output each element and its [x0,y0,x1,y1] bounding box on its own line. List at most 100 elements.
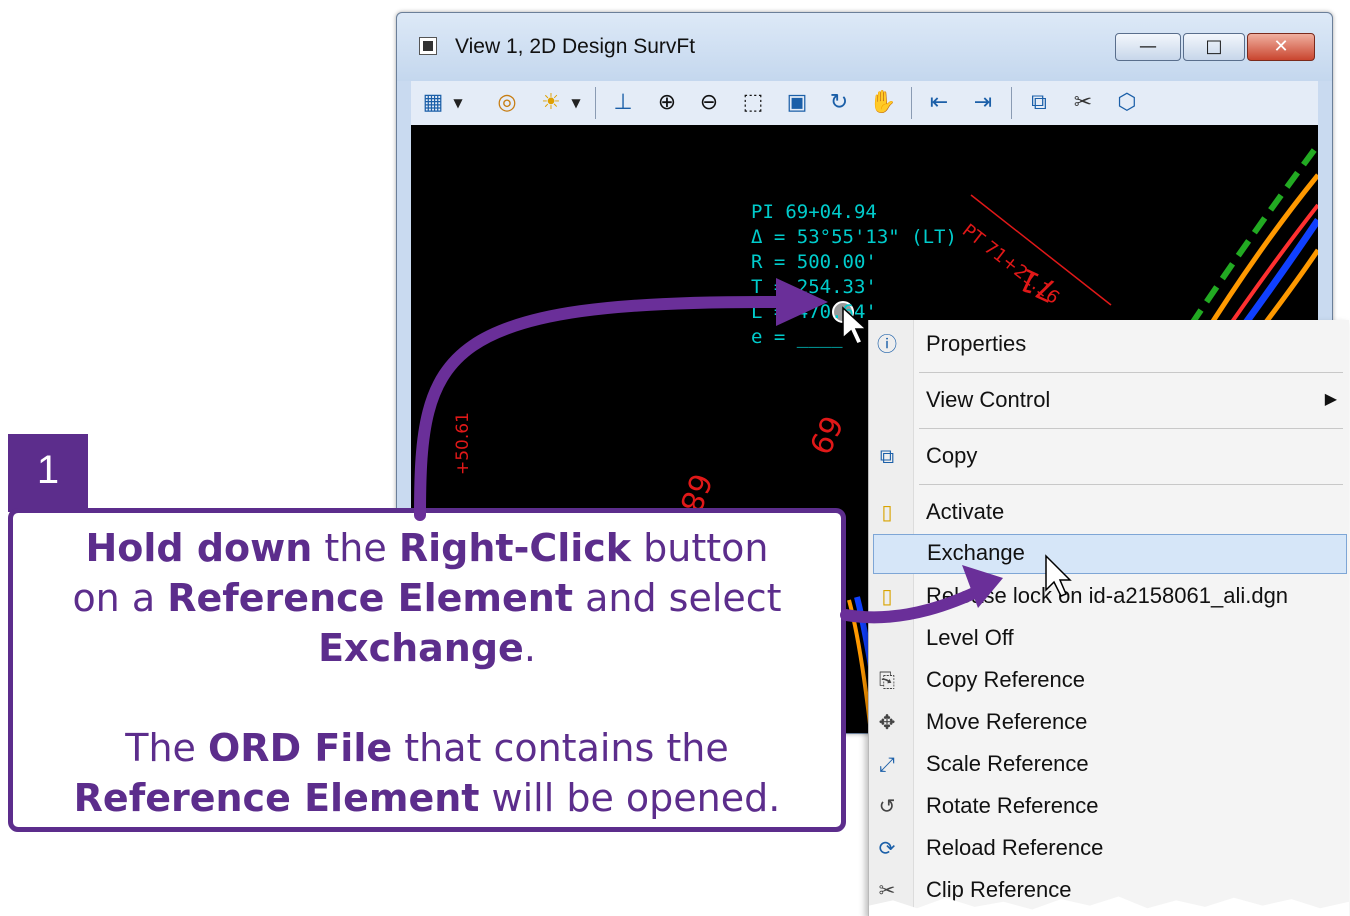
menu-item-label: Reload Reference [926,835,1104,860]
copy-icon: ⧉ [879,444,895,468]
activate-icon: ▯ [881,500,893,524]
menu-item-label: Rotate Reference [926,793,1099,818]
window-title: View 1, 2D Design SurvFt [455,35,696,58]
menu-item-exchange[interactable]: Exchange [873,534,1347,574]
plain-text: will be opened. [479,776,781,820]
menu-item-label: Exchange [927,540,1025,565]
plain-text: . [523,626,536,670]
menu-item-label: View Control [926,387,1051,412]
menu-item-label: Copy [926,443,978,468]
menu-item-reload-reference[interactable]: ⟳ Reload Reference [869,828,1349,868]
menu-item-label: Level Off [926,625,1014,650]
menu-separator [919,484,1343,485]
menu-item-activate[interactable]: ▯ Activate [869,492,1349,532]
toolbar-separator [1011,87,1012,119]
curve-pi-text: PI 69+04.94 [751,201,877,223]
menu-separator [919,428,1343,429]
toolbar-separator [911,87,912,119]
maximize-button[interactable]: □ [1183,33,1245,61]
next-view-icon[interactable]: ⇥ [967,87,999,119]
window-area-icon[interactable]: ⬚ [737,87,769,119]
levels-icon[interactable]: ◎ [491,87,523,119]
menu-item-label: Activate [926,499,1005,524]
note-line-2: Reference Element will be opened. [23,773,831,823]
clip-volume-icon[interactable]: ✂ [1067,87,1099,119]
emphasis-text: ORD File [208,726,393,770]
title-bar[interactable]: View 1, 2D Design SurvFt — □ ✕ [397,13,1332,81]
emphasis-text: Reference Element [167,576,573,620]
view-attributes-dropdown-icon[interactable]: ▼ [451,87,465,119]
clip-reference-icon: ✂ [878,878,896,902]
plain-text: on a [72,576,168,620]
instruction-text: Hold down the Right-Click button on a Re… [23,523,831,673]
emphasis-text: Reference Element [73,776,480,820]
curve-superelevation-text: e = ____ [751,326,843,348]
instruction-note: The ORD File that contains the Reference… [23,723,831,823]
move-reference-icon: ✥ [878,710,896,734]
emphasis-text: Hold down [85,526,313,570]
display-style-icon[interactable]: ☀ [535,87,567,119]
menu-item-level-off[interactable]: Level Off [869,618,1349,658]
window-icon [419,37,437,55]
view-toolbar: ▦ ▼ ◎ ☀ ▼ ⊥ ⊕ ⊖ ⬚ ▣ ↻ ✋ ⇤ ⇥ ⧉ ✂ ⬡ [411,81,1318,125]
instruction-line-1: Hold down the Right-Click button [23,523,831,573]
minimize-icon: — [1139,36,1157,57]
curve-radius-text: R = 500.00' [751,251,877,273]
release-lock-icon: ▯ [881,584,893,608]
toolbar-separator [595,87,596,119]
curve-length-text: L = 470.64' [751,301,877,323]
rotate-view-icon[interactable]: ↻ [823,87,855,119]
instruction-line-3: Exchange. [23,623,831,673]
menu-item-scale-reference[interactable]: ⤢ Scale Reference [869,744,1349,784]
note-line-1: The ORD File that contains the [23,723,831,773]
reload-reference-icon: ⟳ [878,836,896,860]
menu-item-move-reference[interactable]: ✥ Move Reference [869,702,1349,742]
close-button[interactable]: ✕ [1247,33,1315,61]
curve-tangent-text: T = 254.33' [751,276,877,298]
plain-text: and select [573,576,782,620]
fit-view-icon[interactable]: ▣ [781,87,813,119]
plain-text: button [631,526,769,570]
update-view-icon[interactable]: ⊥ [607,87,639,119]
menu-item-copy-reference[interactable]: ⎘ Copy Reference [869,660,1349,700]
menu-item-copy[interactable]: ⧉ Copy [869,436,1349,476]
display-style-dropdown-icon[interactable]: ▼ [569,87,583,119]
zoom-in-icon[interactable]: ⊕ [651,87,683,119]
menu-item-label: Copy Reference [926,667,1085,692]
rotate-reference-icon: ↺ [878,794,896,818]
menu-item-view-control[interactable]: View Control ▶ [869,380,1349,420]
menu-item-label: Release lock on id-a2158061_ali.dgn [926,583,1289,608]
station-label-offset: +50.61 [453,412,473,475]
view-attributes-icon[interactable]: ▦ [417,87,449,119]
clip-mask-icon[interactable]: ⬡ [1111,87,1143,119]
step-number: 1 [36,448,60,492]
pan-view-icon[interactable]: ✋ [867,87,899,119]
context-menu: ⓘ Properties View Control ▶ ⧉ Copy ▯ Act… [868,320,1349,916]
previous-view-icon[interactable]: ⇤ [923,87,955,119]
emphasis-text: Exchange [318,626,524,670]
instruction-line-2: on a Reference Element and select [23,573,831,623]
menu-item-label: Scale Reference [926,751,1089,776]
copy-reference-icon: ⎘ [879,668,895,692]
minimize-button[interactable]: — [1115,33,1181,61]
maximize-icon: □ [1205,36,1223,57]
plain-text: that contains the [392,726,729,770]
plain-text: The [125,726,208,770]
menu-item-properties[interactable]: ⓘ Properties [869,324,1349,364]
zoom-out-icon[interactable]: ⊖ [693,87,725,119]
instruction-callout: Hold down the Right-Click button on a Re… [8,508,846,832]
copy-view-icon[interactable]: ⧉ [1023,87,1055,119]
scale-reference-icon: ⤢ [879,752,895,776]
menu-separator [919,372,1343,373]
emphasis-text: Right-Click [398,526,632,570]
curve-delta-text: Δ = 53°55'13" (LT) [751,226,957,248]
step-number-badge: 1 [8,434,88,512]
menu-item-rotate-reference[interactable]: ↺ Rotate Reference [869,786,1349,826]
menu-item-label: Move Reference [926,709,1088,734]
plain-text: the [312,526,399,570]
submenu-arrow-icon: ▶ [1324,389,1337,408]
menu-item-release-lock[interactable]: ▯ Release lock on id-a2158061_ali.dgn [869,576,1349,616]
close-icon: ✕ [1273,36,1289,57]
properties-icon: ⓘ [877,332,897,356]
menu-item-label: Properties [926,331,1027,356]
